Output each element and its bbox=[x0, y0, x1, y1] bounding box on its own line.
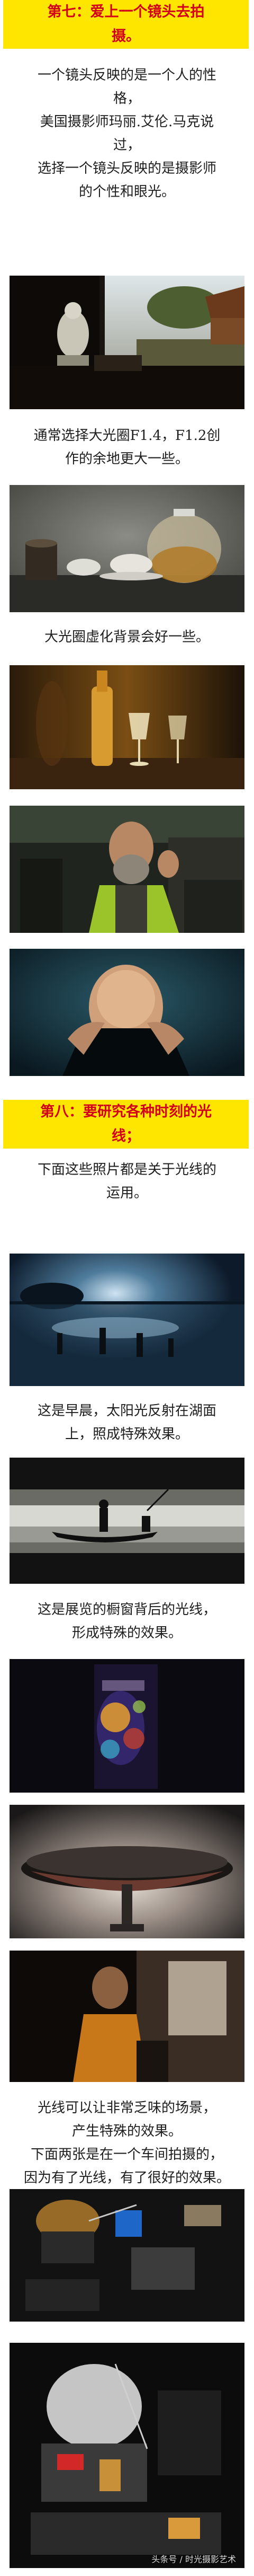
watermark: 头条号 / 时光摄影艺术 bbox=[151, 2554, 236, 2564]
section-8-paragraph-3: 这是展览的橱窗背后的光线， 形成特殊的效果。 bbox=[0, 1598, 254, 1645]
text-line: 这是展览的橱窗背后的光线， bbox=[37, 1602, 216, 1618]
text-line: 下面这些照片都是关于光线的 bbox=[37, 1162, 216, 1178]
section-8-paragraph-4: 光线可以让非常乏味的场景， 产生特殊的效果。 下面两张是在一个车间拍摄的， 因为… bbox=[0, 2096, 254, 2190]
photo-buddha-statue-resort bbox=[10, 276, 244, 409]
photo-workbench: 头条号 / 时光摄影艺术 bbox=[10, 2343, 244, 2568]
photo-man-window-light bbox=[10, 1951, 244, 2082]
section-7-heading-line-1: 第七：爱上一个镜头去拍 bbox=[47, 4, 205, 20]
text-line: 产生特殊的效果。 bbox=[71, 2123, 182, 2139]
section-7-heading-line-2: 摄。 bbox=[112, 28, 140, 45]
section-7-heading: 第七：爱上一个镜头去拍 摄。 bbox=[3, 0, 249, 49]
photo-fisherman-lake bbox=[10, 1458, 244, 1584]
section-8-paragraph-2: 这是早晨，太阳光反射在湖面 上，照成特殊效果。 bbox=[0, 1399, 254, 1446]
text-line: 过， bbox=[113, 137, 141, 153]
text-line: 美国摄影师玛丽.艾伦.马克说 bbox=[40, 114, 214, 130]
section-7-paragraph-3: 大光圈虚化背景会好一些。 bbox=[0, 625, 254, 649]
section-8-heading-line-2: 线； bbox=[112, 1128, 140, 1144]
text-line: 运用。 bbox=[106, 1185, 148, 1201]
text-line: 上，照成特殊效果。 bbox=[65, 1426, 189, 1442]
text-line: 下面两张是在一个车间拍摄的， bbox=[30, 2147, 223, 2163]
text-line: 选择一个镜头反映的是摄影师 bbox=[37, 161, 216, 177]
section-7-paragraph-2: 通常选择大光圈F1.4，F1.2创 作的余地更大一些。 bbox=[0, 424, 254, 471]
text-line: 形成特殊的效果。 bbox=[71, 1625, 182, 1641]
section-7-paragraph-1: 一个镜头反映的是一个人的性 格， 美国摄影师玛丽.艾伦.马克说 过， 选择一个镜… bbox=[0, 64, 254, 204]
section-8-heading: 第八：要研究各种时刻的光 线； bbox=[3, 1100, 249, 1149]
text-line: 大光圈虚化背景会好一些。 bbox=[44, 629, 210, 645]
text-line: 格， bbox=[113, 91, 141, 107]
photo-tea-pot-cups bbox=[10, 485, 244, 612]
photo-sunrise-beach bbox=[10, 1254, 244, 1386]
photo-workshop-lamp bbox=[10, 2189, 244, 2322]
photo-disk-sculpture bbox=[10, 1805, 244, 1938]
text-line: 一个镜头反映的是一个人的性 bbox=[37, 67, 216, 83]
text-line: 的个性和眼光。 bbox=[78, 184, 175, 200]
text-line: 因为有了光线，有了很好的效果。 bbox=[23, 2170, 230, 2186]
text-line: 作的余地更大一些。 bbox=[65, 451, 189, 467]
text-line: 通常选择大光圈F1.4，F1.2创 bbox=[33, 428, 221, 444]
text-line: 光线可以让非常乏味的场景， bbox=[37, 2100, 216, 2116]
photo-wine-glasses bbox=[10, 665, 244, 789]
photo-man-green-jacket bbox=[10, 806, 244, 933]
text-line: 这是早晨，太阳光反射在湖面 bbox=[37, 1403, 216, 1419]
section-8-paragraph-1: 下面这些照片都是关于光线的 运用。 bbox=[0, 1158, 254, 1205]
photo-window-display bbox=[10, 1659, 244, 1793]
section-8-heading-line-1: 第八：要研究各种时刻的光 bbox=[40, 1104, 212, 1120]
photo-bald-man-back bbox=[10, 949, 244, 1076]
